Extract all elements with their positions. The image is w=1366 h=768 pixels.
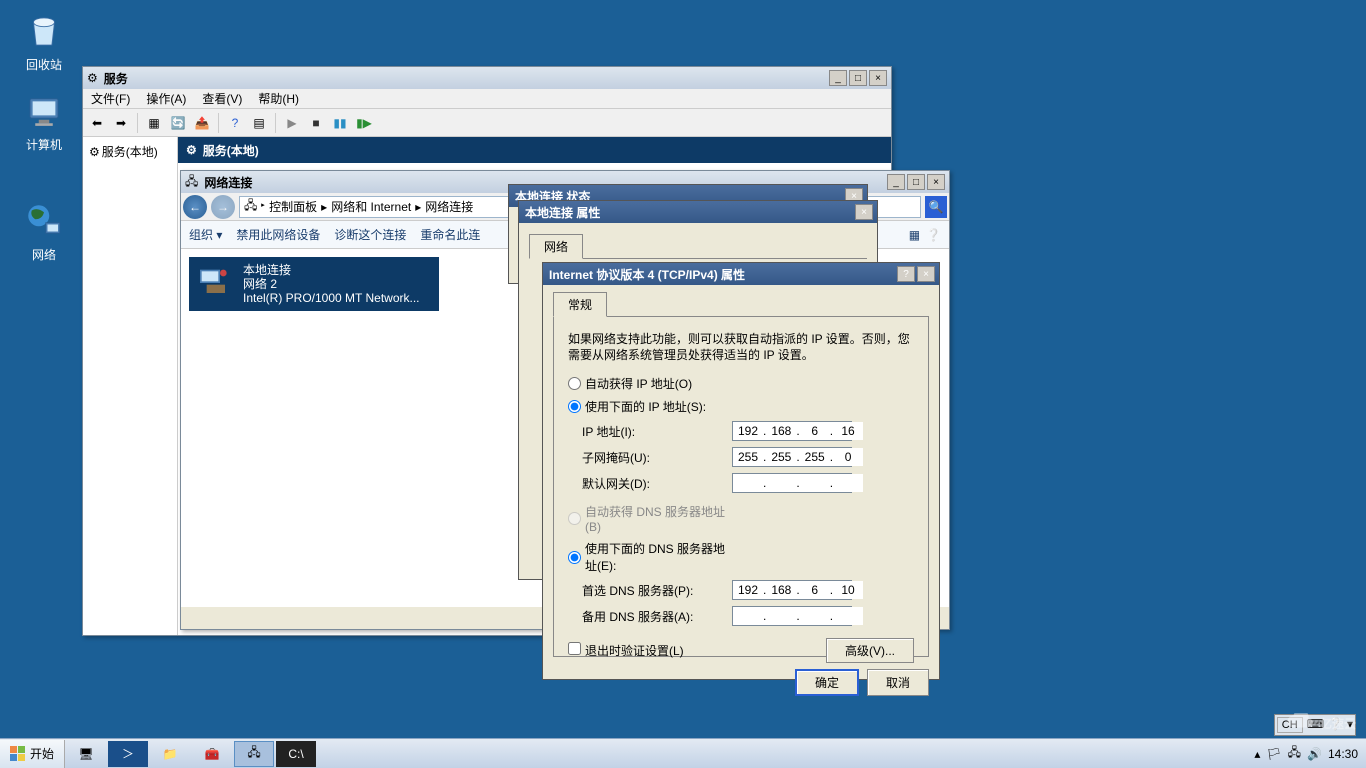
conn-name: 本地连接	[243, 263, 420, 277]
tray-expand-icon[interactable]: ▴	[1254, 747, 1260, 761]
tray-flag-icon[interactable]: 🏳	[1266, 747, 1281, 761]
tray-sound-icon[interactable]: 🔊	[1307, 747, 1322, 761]
minimize-button[interactable]: _	[829, 70, 847, 86]
pause-icon[interactable]: ▮▮	[330, 113, 350, 133]
cancel-button[interactable]: 取消	[867, 669, 929, 696]
help-icon[interactable]: ?	[225, 113, 245, 133]
minimize-button[interactable]: _	[887, 174, 905, 190]
tab-network[interactable]: 网络	[529, 234, 583, 259]
fwd-button[interactable]: ➡	[111, 113, 131, 133]
taskbar-explorer-icon[interactable]: 📁	[150, 741, 190, 767]
help-button[interactable]: ?	[897, 266, 915, 282]
services-tree: ⚙服务(本地)	[83, 137, 178, 635]
radio-auto-dns	[568, 512, 581, 525]
export-icon[interactable]: 📤	[192, 113, 212, 133]
tab-general[interactable]: 常规	[553, 292, 607, 317]
tcpip-title: Internet 协议版本 4 (TCP/IPv4) 属性	[547, 266, 893, 283]
close-button[interactable]: ×	[927, 174, 945, 190]
view-icon[interactable]: ▦	[909, 228, 920, 242]
connection-item[interactable]: 本地连接 网络 2 Intel(R) PRO/1000 MT Network..…	[189, 257, 439, 311]
search-button[interactable]: 🔍	[925, 196, 947, 218]
services-menu: 文件(F) 操作(A) 查看(V) 帮助(H)	[83, 89, 891, 109]
services-title: 服务	[102, 70, 825, 87]
tray-network-icon[interactable]: 🖧	[1288, 743, 1301, 764]
tcpip-dialog[interactable]: Internet 协议版本 4 (TCP/IPv4) 属性 ? × 常规 如果网…	[542, 262, 940, 680]
disable-device[interactable]: 禁用此网络设备	[236, 226, 320, 243]
watermark: 亿速云	[1286, 713, 1356, 733]
recycle-bin-icon[interactable]: 回收站	[14, 10, 74, 73]
gw-label: 默认网关(D):	[582, 475, 732, 492]
conn-network: 网络 2	[243, 277, 420, 291]
tool-icon[interactable]: ▦	[144, 113, 164, 133]
taskbar-netconn[interactable]: 🖧	[234, 741, 274, 767]
tcpip-desc: 如果网络支持此功能，则可以获取自动指派的 IP 设置。否则，您需要从网络系统管理…	[568, 331, 914, 363]
netconn-icon: 🖧	[185, 172, 198, 193]
menu-view[interactable]: 查看(V)	[194, 88, 250, 109]
nav-fwd[interactable]: →	[211, 195, 235, 219]
adns-label: 备用 DNS 服务器(A):	[582, 608, 732, 625]
tcpip-titlebar[interactable]: Internet 协议版本 4 (TCP/IPv4) 属性 ? ×	[543, 263, 939, 285]
menu-action[interactable]: 操作(A)	[138, 88, 194, 109]
nav-back[interactable]: ←	[183, 195, 207, 219]
taskbar-cmd-icon[interactable]: C:\	[276, 741, 316, 767]
mask-label: 子网掩码(U):	[582, 449, 732, 466]
taskbar-server-icon[interactable]: 🖥	[66, 741, 106, 767]
radio-use-ip[interactable]	[568, 400, 581, 413]
gw-input[interactable]: ...	[732, 473, 852, 493]
gear-icon: ⚙	[87, 71, 98, 85]
windows-icon	[10, 746, 26, 762]
tree-node-services-local[interactable]: ⚙服务(本地)	[87, 141, 173, 162]
adapter-icon	[195, 263, 235, 303]
network-icon[interactable]: 网络	[14, 200, 74, 263]
organize-menu[interactable]: 组织 ▾	[189, 226, 222, 243]
radio-auto-ip[interactable]	[568, 377, 581, 390]
pdns-label: 首选 DNS 服务器(P):	[582, 582, 732, 599]
services-header: ⚙服务(本地)	[178, 137, 891, 163]
validate-checkbox[interactable]	[568, 642, 581, 655]
tray-time[interactable]: 14:30	[1328, 747, 1358, 761]
start-button[interactable]: 开始	[0, 740, 65, 768]
pdns-input[interactable]: ...	[732, 580, 852, 600]
back-button[interactable]: ⬅	[87, 113, 107, 133]
radio-use-dns[interactable]	[568, 551, 581, 564]
close-button[interactable]: ×	[917, 266, 935, 282]
diagnose-conn[interactable]: 诊断这个连接	[334, 226, 406, 243]
services-titlebar[interactable]: ⚙ 服务 _ □ ×	[83, 67, 891, 89]
taskbar-tools-icon[interactable]: 🧰	[192, 741, 232, 767]
ok-button[interactable]: 确定	[795, 669, 859, 696]
taskbar: 开始 🖥 ＞ 📁 🧰 🖧 C:\ ▴ 🏳 🖧 🔊 14:30	[0, 738, 1366, 768]
conn-adapter: Intel(R) PRO/1000 MT Network...	[243, 291, 420, 305]
restart-icon[interactable]: ▮▶	[354, 113, 374, 133]
advanced-button[interactable]: 高级(V)...	[826, 638, 914, 663]
system-tray: ▴ 🏳 🖧 🔊 14:30	[1246, 743, 1366, 764]
services-toolbar: ⬅ ➡ ▦ 🔄 📤 ? ▤ ▶ ■ ▮▮ ▮▶	[83, 109, 891, 137]
rename-conn[interactable]: 重命名此连	[420, 226, 480, 243]
taskbar-powershell-icon[interactable]: ＞	[108, 741, 148, 767]
close-button[interactable]: ×	[855, 204, 873, 220]
close-button[interactable]: ×	[869, 70, 887, 86]
play-icon[interactable]: ▶	[282, 113, 302, 133]
props-icon[interactable]: ▤	[249, 113, 269, 133]
computer-icon[interactable]: 计算机	[14, 90, 74, 153]
menu-help[interactable]: 帮助(H)	[250, 88, 307, 109]
mask-input[interactable]: ...	[732, 447, 852, 467]
adns-input[interactable]: ...	[732, 606, 852, 626]
maximize-button[interactable]: □	[849, 70, 867, 86]
stop-icon[interactable]: ■	[306, 113, 326, 133]
refresh-icon[interactable]: 🔄	[168, 113, 188, 133]
help-icon[interactable]: ❔	[926, 228, 941, 242]
ip-label: IP 地址(I):	[582, 423, 732, 440]
props-titlebar[interactable]: 本地连接 属性 ×	[519, 201, 877, 223]
menu-file[interactable]: 文件(F)	[83, 88, 138, 109]
maximize-button[interactable]: □	[907, 174, 925, 190]
ip-input[interactable]: ...	[732, 421, 852, 441]
